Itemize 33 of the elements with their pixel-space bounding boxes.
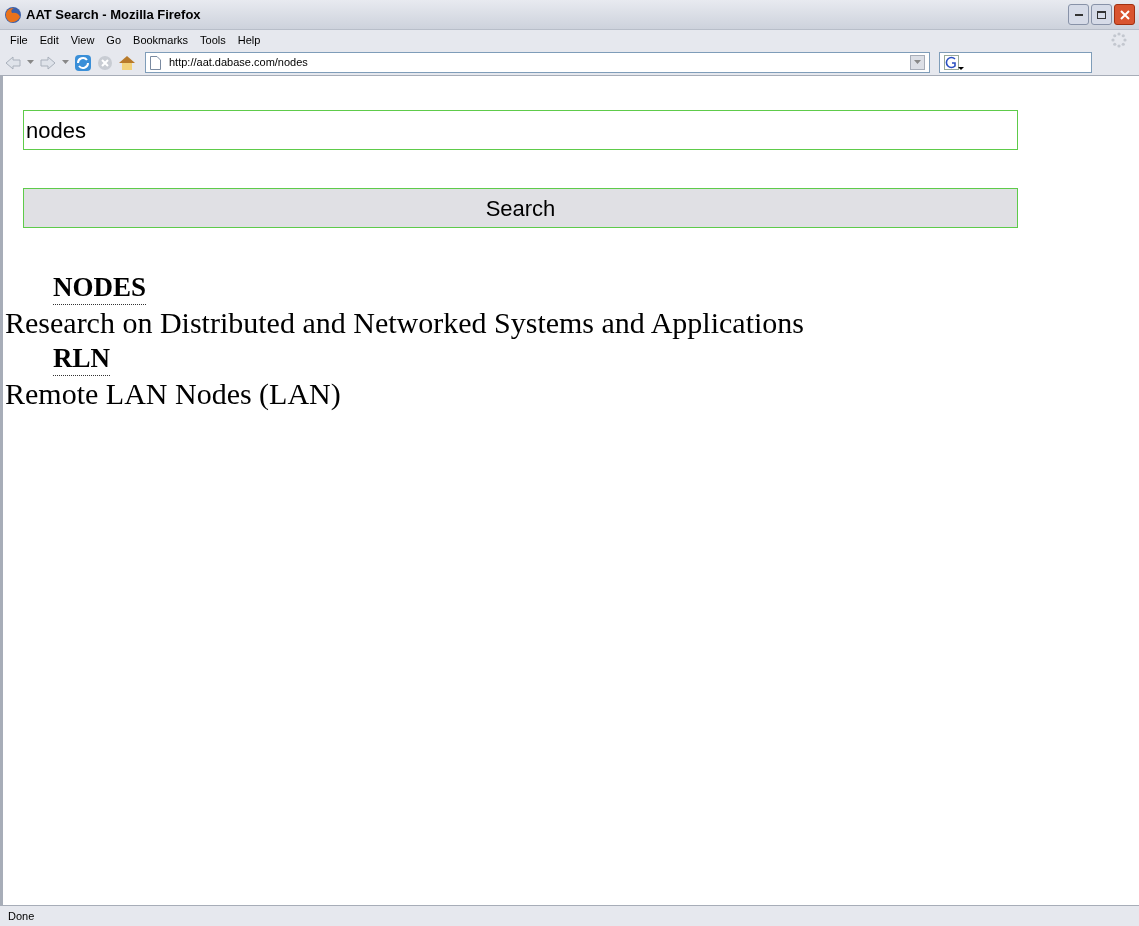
menu-item[interactable]: Go	[100, 31, 128, 49]
close-button[interactable]	[1114, 4, 1135, 25]
home-icon[interactable]	[118, 54, 136, 71]
menu-item[interactable]: View	[64, 31, 101, 49]
page-icon	[150, 55, 161, 70]
dropdown-caret-icon[interactable]	[27, 60, 34, 65]
window-title: AAT Search - Mozilla Firefox	[26, 5, 201, 24]
dropdown-caret-icon[interactable]	[62, 60, 69, 65]
maximize-button[interactable]	[1091, 4, 1112, 25]
menu-item[interactable]: Bookmarks	[127, 31, 195, 49]
menu-item[interactable]: File	[4, 31, 34, 49]
result-definition: Remote LAN Nodes (LAN)	[5, 376, 341, 412]
dropdown-caret-icon[interactable]	[914, 60, 921, 65]
menu-item[interactable]: Edit	[33, 31, 65, 49]
result-definition: Research on Distributed and Networked Systems and Applications	[5, 305, 804, 341]
status-bar: Done	[0, 905, 1139, 926]
address-bar[interactable]: http://aat.dabase.com/nodes	[145, 52, 930, 73]
stop-icon[interactable]	[97, 54, 113, 71]
minimize-button[interactable]	[1068, 4, 1089, 25]
reload-icon[interactable]	[74, 53, 92, 72]
menu-item[interactable]: Tools	[194, 31, 232, 49]
throbber-icon	[1111, 32, 1127, 48]
firefox-logo-icon	[4, 5, 22, 24]
menu-item[interactable]: Help	[231, 31, 267, 49]
search-engine-field[interactable]	[939, 52, 1092, 73]
history-dropdown-button[interactable]	[910, 55, 925, 70]
close-icon	[1119, 9, 1130, 20]
search-button[interactable]: Search	[23, 188, 1018, 228]
result-term: NODES	[53, 270, 147, 305]
back-icon[interactable]	[4, 54, 22, 71]
result-term: RLN	[53, 341, 110, 376]
forward-icon[interactable]	[39, 54, 57, 71]
search-input[interactable]: nodes	[23, 110, 1018, 150]
